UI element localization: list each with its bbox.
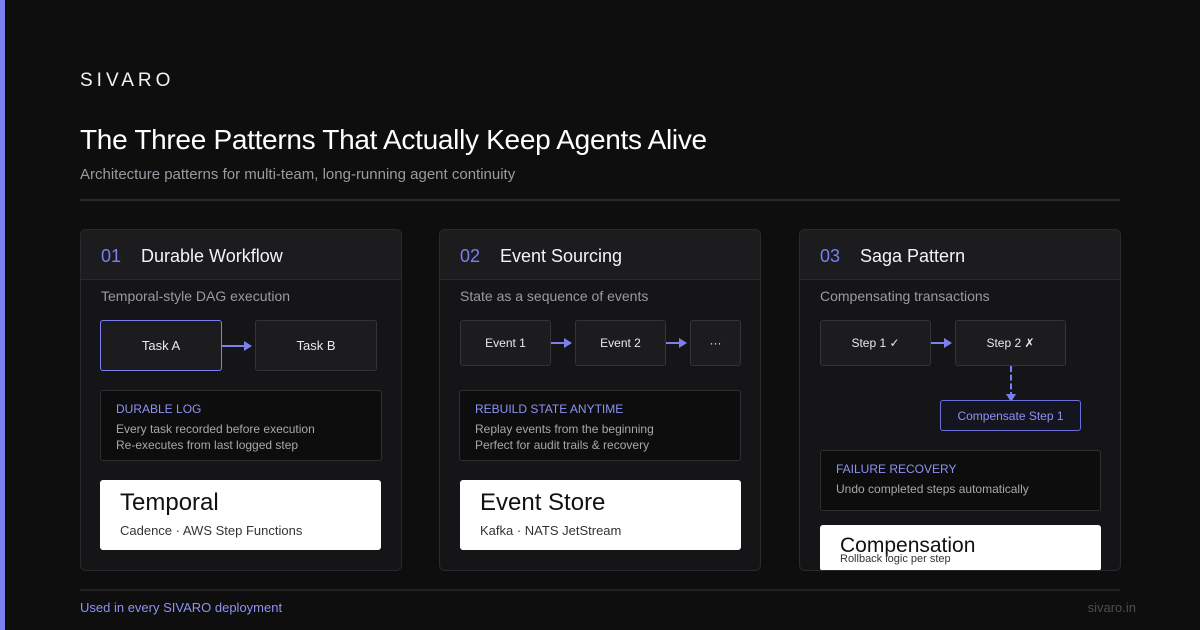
node-event-1: Event 1 [460, 320, 551, 366]
accent-bar [0, 0, 5, 630]
info-line: Re-executes from last logged step [116, 438, 299, 452]
card-event-sourcing: 02 Event Sourcing State as a sequence of… [439, 229, 761, 571]
arrow-icon [931, 338, 952, 348]
node-task-a: Task A [100, 320, 222, 371]
footer-url: sivaro.in [1087, 600, 1136, 615]
card-title: Durable Workflow [141, 246, 283, 266]
tool-subtitle: Cadence · AWS Step Functions [120, 523, 303, 538]
footer-divider [80, 589, 1120, 591]
card-title: Event Sourcing [500, 246, 623, 266]
header-divider [80, 199, 1120, 201]
card-header: 02 Event Sourcing [440, 230, 760, 280]
info-line: Every task recorded before execution [116, 422, 315, 436]
node-compensate-step-1: Compensate Step 1 [940, 400, 1081, 431]
card-description: Temporal-style DAG execution [101, 288, 291, 304]
arrow-icon [551, 338, 572, 348]
card-durable-workflow: 01 Durable Workflow Temporal-style DAG e… [80, 229, 402, 571]
card-header: 01 Durable Workflow [81, 230, 401, 280]
info-title: FAILURE RECOVERY [836, 462, 957, 476]
info-box: FAILURE RECOVERY Undo completed steps au… [820, 450, 1101, 511]
tool-subtitle: Rollback logic per step [840, 553, 951, 565]
tool-box: Compensation Rollback logic per step [820, 525, 1101, 570]
arrow-icon [666, 338, 687, 348]
card-header: 03 Saga Pattern [800, 230, 1120, 280]
info-title: REBUILD STATE ANYTIME [475, 402, 624, 416]
card-description: Compensating transactions [820, 288, 990, 304]
info-line: Undo completed steps automatically [836, 482, 1029, 496]
card-title: Saga Pattern [860, 246, 966, 266]
page-subtitle: Architecture patterns for multi-team, lo… [80, 166, 516, 183]
card-number: 03 [820, 246, 841, 266]
page-title: The Three Patterns That Actually Keep Ag… [80, 124, 707, 155]
footer-tagline: Used in every SIVARO deployment [80, 600, 283, 615]
card-saga-pattern: 03 Saga Pattern Compensating transaction… [799, 229, 1121, 571]
node-ellipsis: ··· [690, 320, 741, 366]
tool-box: Temporal Cadence · AWS Step Functions [100, 480, 381, 550]
card-number: 01 [101, 246, 122, 266]
node-event-2: Event 2 [575, 320, 666, 366]
tool-subtitle: Kafka · NATS JetStream [480, 523, 622, 538]
node-task-b: Task B [255, 320, 377, 371]
tool-name: Temporal [120, 489, 219, 516]
brand-logo: SIVARO [80, 70, 175, 91]
info-box: DURABLE LOG Every task recorded before e… [100, 390, 382, 461]
dashed-arrow-icon [1006, 366, 1016, 402]
card-description: State as a sequence of events [460, 288, 649, 304]
info-line: Perfect for audit trails & recovery [475, 438, 650, 452]
info-title: DURABLE LOG [116, 402, 202, 416]
tool-name: Event Store [480, 489, 606, 516]
info-box: REBUILD STATE ANYTIME Replay events from… [459, 390, 741, 461]
node-step-2: Step 2 ✗ [955, 320, 1066, 366]
card-number: 02 [460, 246, 481, 266]
arrow-icon [222, 341, 252, 351]
info-line: Replay events from the beginning [475, 422, 654, 436]
node-step-1: Step 1 ✓ [820, 320, 931, 366]
tool-box: Event Store Kafka · NATS JetStream [460, 480, 741, 550]
